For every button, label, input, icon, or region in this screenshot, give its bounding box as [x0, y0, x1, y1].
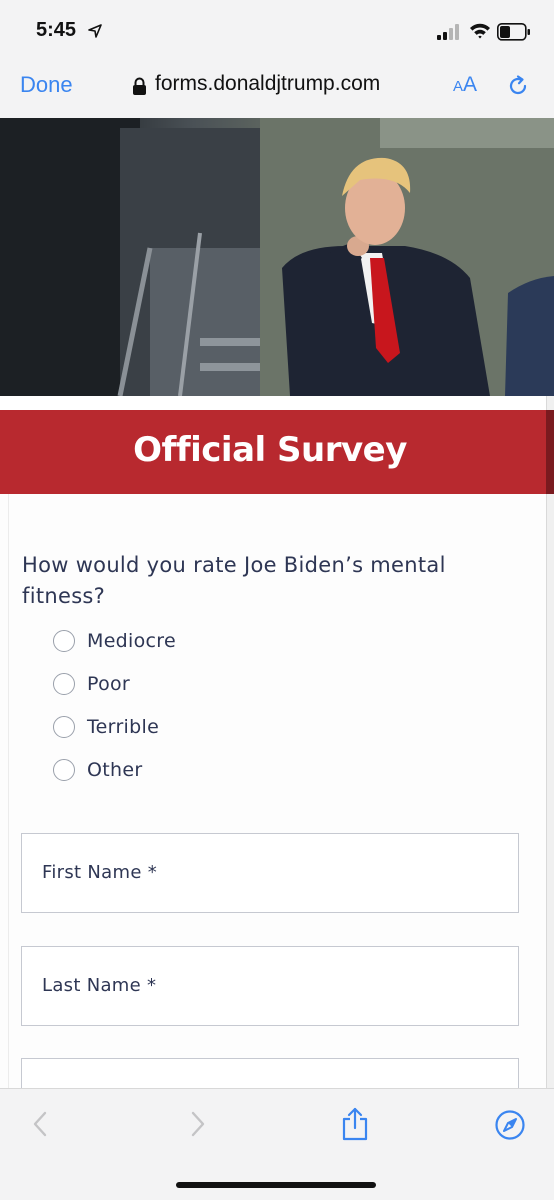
first-name-label: First Name *: [42, 862, 158, 883]
safari-compass-icon[interactable]: [494, 1109, 526, 1141]
share-icon[interactable]: [339, 1107, 371, 1141]
reload-icon[interactable]: [506, 74, 530, 98]
scroll-edge: [546, 396, 554, 1090]
radio-button[interactable]: [53, 630, 75, 652]
reader-big-a: A: [463, 73, 478, 96]
last-name-field[interactable]: Last Name *: [21, 946, 519, 1026]
radio-button[interactable]: [53, 716, 75, 738]
radio-button[interactable]: [53, 759, 75, 781]
survey-title: Official Survey: [133, 430, 407, 470]
status-time: 5:45: [36, 19, 77, 41]
option-label: Poor: [87, 673, 131, 695]
card-border: [8, 494, 9, 1090]
done-button[interactable]: Done: [20, 72, 73, 98]
first-name-field[interactable]: First Name *: [21, 833, 519, 913]
url-address[interactable]: forms.donaldjtrump.com: [155, 72, 380, 96]
option-label: Other: [87, 759, 143, 781]
hero-illustration: [0, 118, 554, 396]
lock-icon: [133, 77, 146, 95]
reader-small-a: A: [453, 78, 464, 95]
status-bar: 5:45: [0, 0, 554, 62]
option-label: Mediocre: [87, 630, 176, 652]
banner-edge: [546, 410, 554, 494]
back-icon[interactable]: [26, 1109, 56, 1139]
option-label: Terrible: [87, 716, 160, 738]
cellular-signal-icon: [437, 24, 459, 40]
home-indicator: [176, 1182, 376, 1188]
reader-text-size-button[interactable]: AA: [453, 73, 477, 97]
battery-icon: [497, 23, 530, 41]
survey-question: How would you rate Joe Biden’s mental fi…: [22, 553, 446, 608]
forward-icon[interactable]: [182, 1109, 212, 1139]
survey-card: Official Survey How would you rate Joe B…: [0, 410, 546, 1138]
radio-button[interactable]: [53, 673, 75, 695]
wifi-icon: [470, 23, 490, 39]
survey-banner: Official Survey: [0, 410, 546, 494]
last-name-label: Last Name *: [42, 975, 157, 996]
hero-photo: [0, 118, 554, 396]
browser-url-bar: Done forms.donaldjtrump.com AA: [0, 62, 554, 118]
location-arrow-icon: [88, 24, 102, 38]
